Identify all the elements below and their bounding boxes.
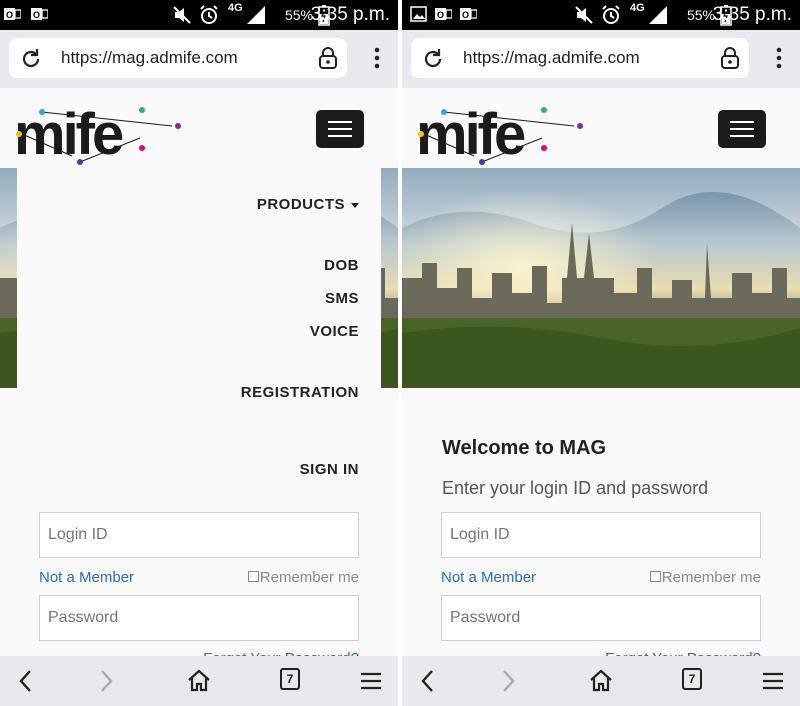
menu-icon[interactable] [360, 668, 382, 694]
not-a-member-link[interactable]: Not a Member [39, 569, 134, 586]
nav-item-sign-in[interactable]: SIGN IN [300, 461, 359, 478]
tabs-count-button[interactable]: 7 [682, 668, 702, 690]
url-text[interactable]: https://mag.admife.com [61, 48, 238, 68]
city-skyline-image [402, 168, 800, 388]
more-vert-icon[interactable] [776, 46, 782, 70]
clock: 3:35 p.m. [310, 4, 390, 25]
hamburger-menu-button[interactable] [718, 110, 766, 148]
battery-percent: 55% [284, 7, 313, 23]
browser-toolbar: https://mag.admife.com [0, 30, 398, 88]
svg-text:O: O [437, 10, 444, 20]
nav-item-sms[interactable]: SMS [325, 290, 359, 307]
nav-item-dob[interactable]: DOB [324, 257, 359, 274]
signal-icon [649, 6, 667, 24]
clock: 3:35 p.m. [712, 4, 792, 25]
more-vert-icon[interactable] [374, 46, 380, 70]
outlook-icon: O [435, 8, 452, 20]
hamburger-menu-button[interactable] [316, 110, 364, 148]
network-type: 4G [228, 2, 243, 14]
browser-bottom-nav: 7 [0, 656, 398, 706]
phone-screen-login: O O 4G 55% 3:35 p.m. https://mag.admife.… [402, 0, 800, 706]
forward-icon[interactable] [98, 668, 114, 694]
address-bar[interactable]: https://mag.admife.com [411, 38, 749, 78]
svg-text:O: O [6, 10, 13, 20]
hero-image [402, 168, 800, 388]
battery-percent: 55% [686, 7, 715, 23]
remember-me-checkbox[interactable]: Remember me [247, 569, 359, 586]
status-bar: O O 4G 55% 3:35 p.m. [0, 0, 398, 30]
network-type: 4G [630, 2, 645, 14]
not-a-member-link[interactable]: Not a Member [441, 569, 536, 586]
nav-item-registration[interactable]: REGISTRATION [241, 384, 359, 401]
nav-item-voice[interactable]: VOICE [310, 323, 359, 340]
back-icon[interactable] [420, 668, 436, 694]
caret-down-icon [351, 202, 359, 208]
signal-icon [247, 6, 265, 24]
svg-text:O: O [462, 10, 469, 20]
home-icon[interactable] [588, 668, 614, 694]
browser-bottom-nav: 7 [402, 656, 800, 706]
remember-me-checkbox[interactable]: Remember me [649, 569, 761, 586]
mife-logo[interactable]: mife [414, 98, 590, 168]
menu-icon[interactable] [762, 668, 784, 694]
outlook-icon: O [460, 8, 477, 20]
site-header: mife [402, 88, 800, 168]
image-icon [410, 6, 427, 22]
lock-icon[interactable] [719, 46, 741, 70]
reload-icon[interactable] [421, 47, 445, 71]
forward-icon[interactable] [500, 668, 516, 694]
checkbox-icon[interactable] [649, 571, 661, 583]
mute-icon [173, 6, 191, 24]
mife-logo[interactable]: mife [12, 98, 188, 168]
login-instructions: Enter your login ID and password [442, 478, 709, 498]
svg-text:mife: mife [14, 102, 123, 167]
reload-icon[interactable] [19, 47, 43, 71]
login-id-input[interactable] [441, 512, 761, 558]
login-id-input[interactable] [39, 512, 359, 558]
alarm-icon [200, 5, 218, 24]
svg-text:mife: mife [416, 102, 525, 167]
password-input[interactable] [441, 595, 761, 641]
home-icon[interactable] [186, 668, 212, 694]
lock-icon[interactable] [317, 46, 339, 70]
browser-toolbar: https://mag.admife.com [402, 30, 800, 88]
svg-text:O: O [33, 10, 40, 20]
checkbox-icon[interactable] [247, 571, 259, 583]
nav-item-products[interactable]: PRODUCTS [257, 196, 359, 213]
back-icon[interactable] [18, 668, 34, 694]
tabs-count-button[interactable]: 7 [280, 668, 300, 690]
outlook-icon: O [4, 8, 21, 20]
status-bar: O O 4G 55% 3:35 p.m. [402, 0, 800, 30]
alarm-icon [602, 5, 620, 24]
site-header: mife [0, 88, 398, 168]
password-input[interactable] [39, 595, 359, 641]
address-bar[interactable]: https://mag.admife.com [9, 38, 347, 78]
url-text[interactable]: https://mag.admife.com [463, 48, 640, 68]
outlook-icon: O [31, 8, 48, 20]
mute-icon [575, 6, 593, 24]
phone-screen-menu-open: O O 4G 55% 3:35 p.m. https://mag.admife.… [0, 0, 398, 706]
welcome-heading: Welcome to MAG [442, 437, 607, 459]
nav-dropdown-menu: PRODUCTS DOB SMS VOICE REGISTRATION SIGN… [17, 168, 381, 516]
